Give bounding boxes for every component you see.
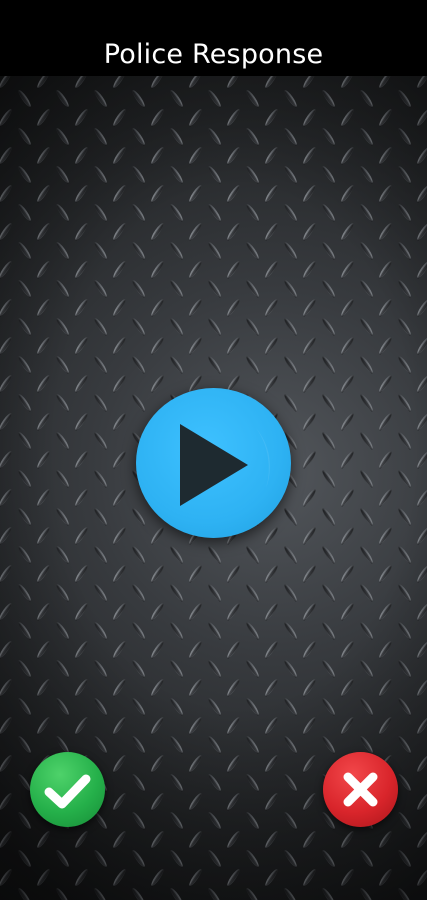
app-screen: Police Response — [0, 0, 427, 900]
x-icon — [343, 772, 378, 807]
title-bar: Police Response — [0, 0, 427, 76]
page-title: Police Response — [103, 39, 324, 70]
play-icon — [180, 424, 270, 506]
checkmark-icon — [44, 774, 91, 809]
play-button[interactable] — [136, 388, 291, 538]
accept-button[interactable] — [30, 752, 105, 827]
decline-button[interactable] — [323, 752, 398, 827]
